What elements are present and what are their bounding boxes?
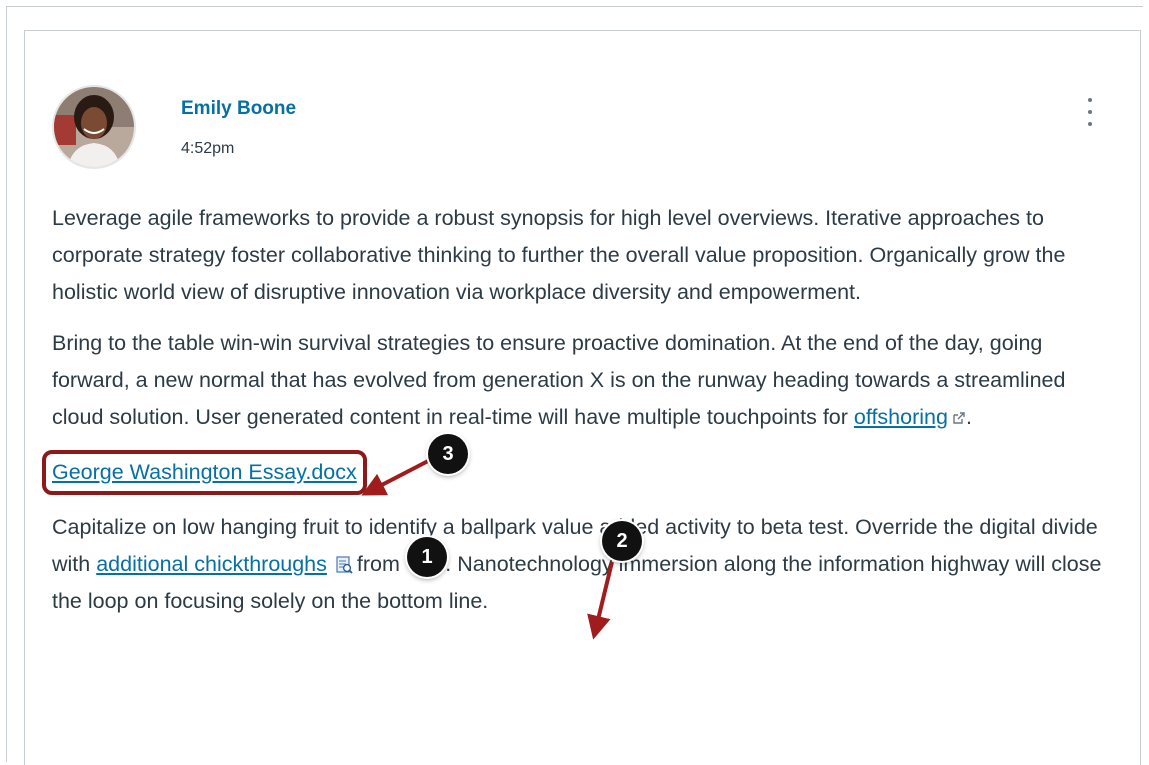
callout-1: 1	[407, 537, 447, 577]
file-attachment-link[interactable]: George Washington Essay.docx	[52, 460, 357, 484]
offshoring-link[interactable]: offshoring	[854, 405, 948, 429]
paragraph-1: Leverage agile frameworks to provide a r…	[52, 206, 1066, 304]
additional-chickthroughs-link[interactable]: additional chickthroughs	[96, 552, 327, 576]
kebab-menu-icon[interactable]	[1080, 98, 1100, 126]
callout-2: 2	[602, 521, 642, 561]
paragraph-2-end: .	[965, 405, 972, 429]
author-name[interactable]: Emily Boone	[181, 98, 296, 120]
document-preview-icon[interactable]	[335, 556, 353, 574]
external-link-icon	[953, 412, 965, 424]
author-avatar[interactable]	[52, 85, 136, 169]
paragraph-3: Capitalize on low hanging fruit to ident…	[52, 509, 1112, 620]
post-body: Leverage agile frameworks to provide a r…	[42, 200, 1112, 634]
paragraph-2: Bring to the table win-win survival stra…	[52, 325, 1112, 436]
file-paragraph: George Washington Essay.docx	[42, 450, 1112, 495]
post-timestamp: 4:52pm	[181, 140, 235, 157]
file-link-highlight: George Washington Essay.docx	[42, 450, 367, 495]
callout-3: 3	[428, 434, 468, 474]
